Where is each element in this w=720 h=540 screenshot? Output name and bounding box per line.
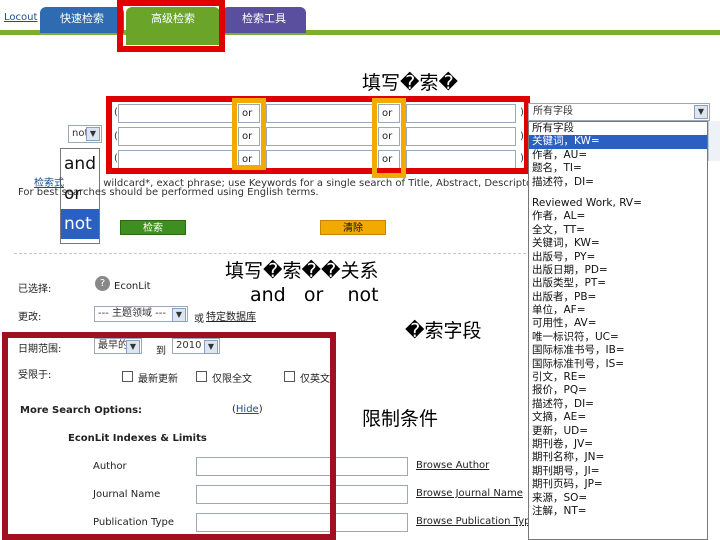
field-option[interactable]: 描述符，DI= <box>529 398 707 411</box>
help-icon[interactable]: ? <box>95 276 110 291</box>
field-list-scrollbar[interactable] <box>708 121 720 161</box>
field-option[interactable]: 期刊卷，JV= <box>529 438 707 451</box>
or-text: 或 <box>194 314 204 325</box>
field-option[interactable]: 期刊页码，JP= <box>529 478 707 491</box>
section-divider <box>14 253 526 254</box>
tab-search-tools[interactable]: 检索工具 <box>222 7 306 33</box>
field-option[interactable]: 作者，AU= <box>529 149 707 162</box>
boolean-option-not[interactable]: not <box>61 209 99 239</box>
field-option[interactable]: 出版日期，PD= <box>529 264 707 277</box>
field-option[interactable]: 国际标准刊号，IS= <box>529 358 707 371</box>
search-help-line2: For best searches should be performed us… <box>18 187 319 198</box>
field-option[interactable]: 报价，PQ= <box>529 384 707 397</box>
selected-db-label: 已选择: <box>18 284 52 295</box>
search-field-select[interactable]: 所有字段 ▼ <box>528 103 710 121</box>
field-option[interactable]: 单位，AF= <box>529 304 707 317</box>
field-option[interactable]: 出版类型，PT= <box>529 277 707 290</box>
field-option[interactable]: 关键词，KW= <box>529 135 707 149</box>
field-option[interactable]: 期刊名称，JN= <box>529 451 707 464</box>
subject-area-select[interactable]: --- 主题领域 --- ▼ <box>94 306 188 322</box>
search-button[interactable]: 检索 <box>120 220 186 235</box>
chevron-down-icon[interactable]: ▼ <box>172 308 186 322</box>
field-option[interactable]: 来源，SO= <box>529 492 707 505</box>
change-label: 更改: <box>18 312 42 323</box>
field-option[interactable]: 出版者，PB= <box>529 291 707 304</box>
caption-bool-words: and or not <box>250 284 379 306</box>
field-option[interactable]: 引文，RE= <box>529 371 707 384</box>
field-option[interactable]: 注解，NT= <box>529 505 707 518</box>
field-option[interactable]: 唯一标识符，UC= <box>529 331 707 344</box>
caption-fill-relation: 填写�索��关系 <box>225 260 379 282</box>
search-field-dropdown[interactable]: 所有字段 关键词，KW= 作者，AU= 题名，TI= 描述符，DI= Revie… <box>528 121 708 540</box>
subject-area-value: --- 主题领域 --- <box>98 308 167 319</box>
field-option[interactable]: 作者，AL= <box>529 210 707 223</box>
tab-quick-search[interactable]: 快速检索 <box>40 7 124 33</box>
field-option[interactable]: 文摘，AE= <box>529 411 707 424</box>
clear-button[interactable]: 清除 <box>320 220 386 235</box>
highlight-operator-col1 <box>232 98 266 170</box>
choose-database-link[interactable]: 特定数据库 <box>206 308 256 323</box>
field-option[interactable]: 描述符，DI= <box>529 176 707 189</box>
caption-limit: 限制条件 <box>362 408 439 430</box>
browse-publication-link[interactable]: Browse Publication Type <box>416 516 537 527</box>
field-option[interactable]: 期刊期号，JI= <box>529 465 707 478</box>
chevron-down-icon[interactable]: ▼ <box>86 127 100 141</box>
field-option[interactable]: 关键词，KW= <box>529 237 707 250</box>
chevron-down-icon[interactable]: ▼ <box>694 105 708 119</box>
field-option[interactable]: 更新，UD= <box>529 425 707 438</box>
field-option[interactable]: 题名，TI= <box>529 162 707 175</box>
caption-fill-terms: 填写�索� <box>362 72 458 94</box>
field-option[interactable]: Reviewed Work, RV= <box>529 197 707 210</box>
field-option[interactable]: 所有字段 <box>529 122 707 135</box>
field-list-gap <box>529 189 707 197</box>
search-field-value: 所有字段 <box>533 106 573 117</box>
boolean-operator-select[interactable]: not ▼ <box>68 125 102 143</box>
highlight-limit-conditions <box>2 332 336 540</box>
highlight-advanced-tab <box>117 0 225 52</box>
field-option[interactable]: 国际标准书号，IB= <box>529 344 707 357</box>
browse-journal-link[interactable]: Browse Journal Name <box>416 488 523 499</box>
caption-field: �索字段 <box>405 320 482 342</box>
highlight-operator-col2 <box>372 98 406 178</box>
browse-author-link[interactable]: Browse Author <box>416 460 489 471</box>
logout-link[interactable]: Locout <box>4 12 37 23</box>
field-option[interactable]: 全文，TT= <box>529 224 707 237</box>
selected-db-name: EconLit <box>114 281 151 292</box>
highlight-search-terms <box>106 96 530 174</box>
field-option[interactable]: 出版号，PY= <box>529 251 707 264</box>
field-option[interactable]: 可用性，AV= <box>529 317 707 330</box>
